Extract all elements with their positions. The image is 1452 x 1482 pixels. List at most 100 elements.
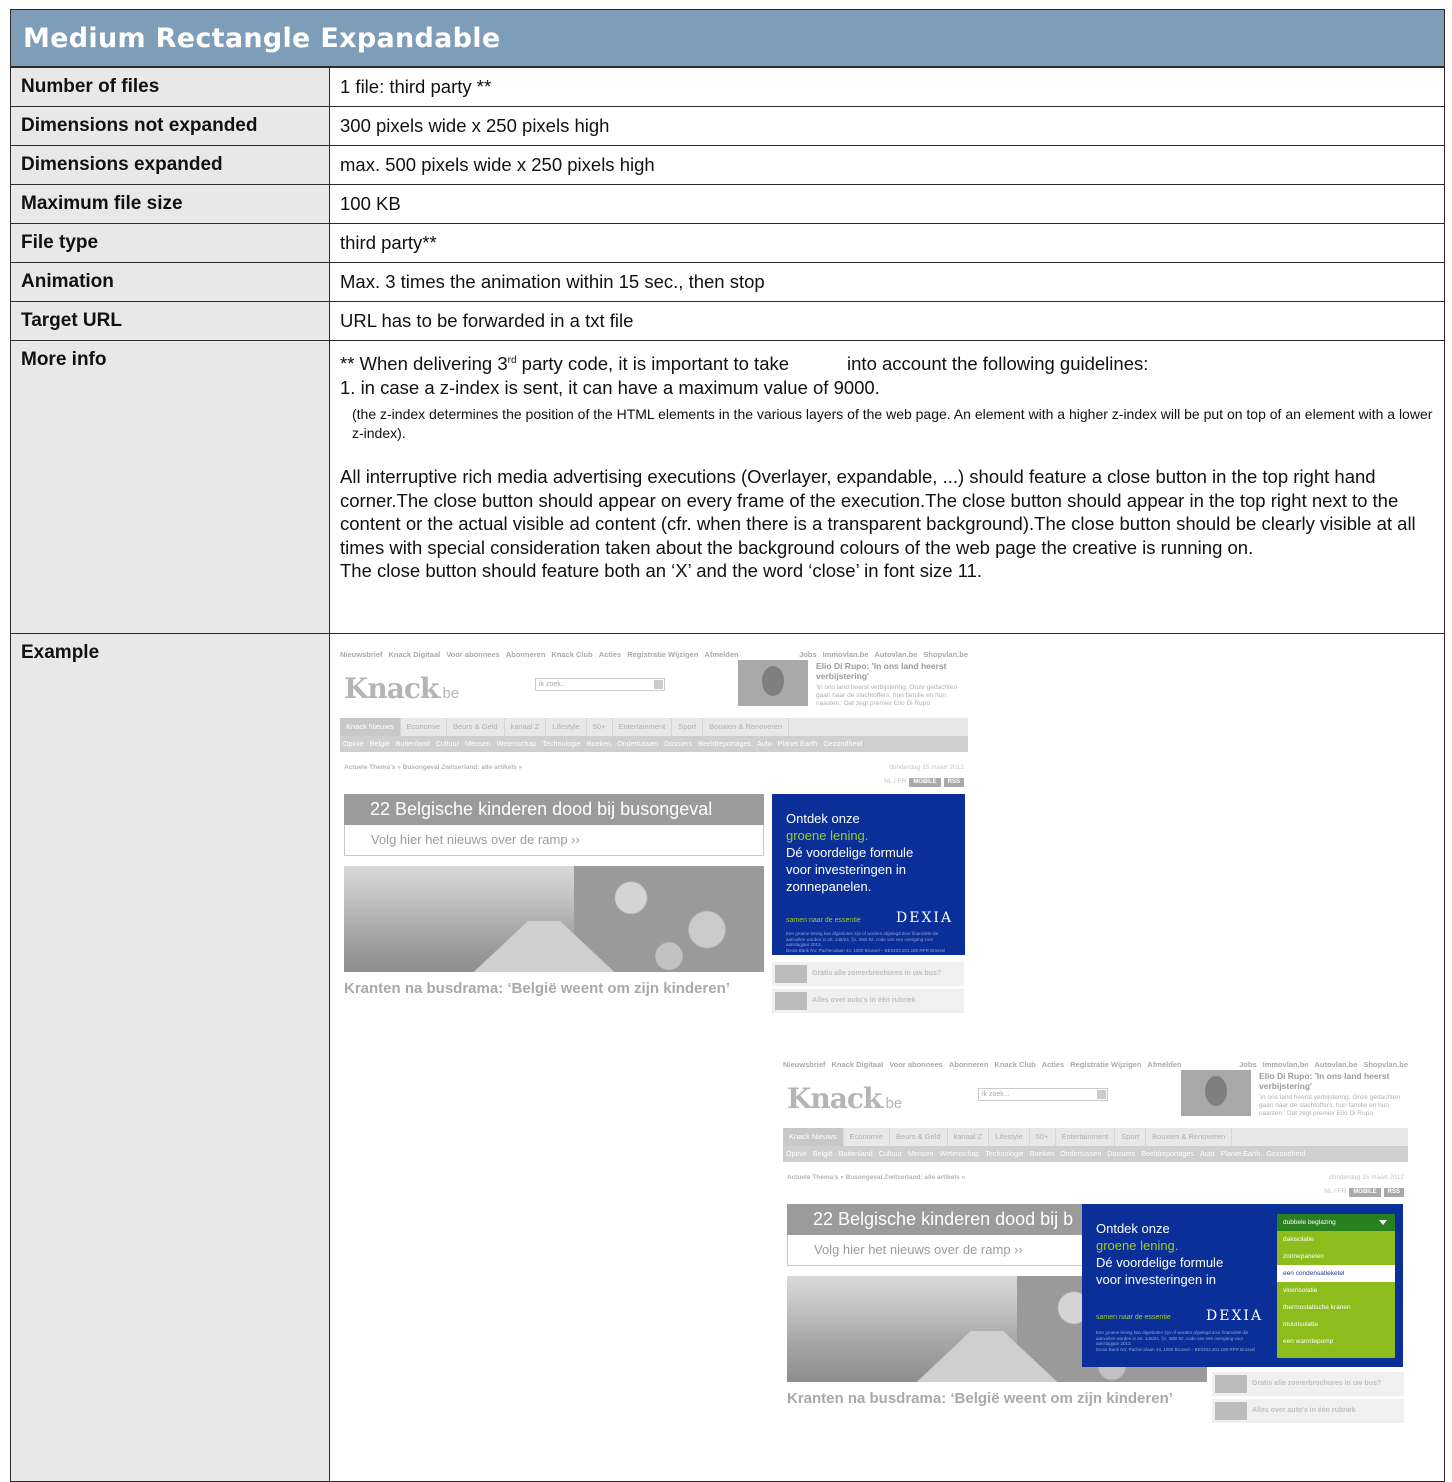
subnav-link[interactable]: Auto	[1197, 1146, 1218, 1162]
nav-link[interactable]: Shopvlan.be	[923, 650, 968, 659]
subnav-link[interactable]: Dossiers	[1104, 1146, 1138, 1162]
lang-links[interactable]: NL / FR	[1324, 1188, 1346, 1195]
subnav-link[interactable]: Beeldreportages	[695, 736, 754, 752]
tab[interactable]: Knack Nieuws	[783, 1128, 844, 1146]
breadcrumb[interactable]: Actuele Thema's » Busongeval Zwitserland…	[344, 764, 522, 771]
subnav-link[interactable]: Technologie	[982, 1146, 1026, 1162]
nav-link[interactable]: Afmelden	[704, 650, 738, 659]
subnav-link[interactable]: Cultuur	[433, 736, 462, 752]
option-item[interactable]: thermostatische kranen	[1277, 1299, 1395, 1316]
subnav-link[interactable]: Technologie	[539, 736, 583, 752]
breadcrumb[interactable]: Actuele Thema's » Busongeval Zwitserland…	[787, 1174, 965, 1181]
subnav-link[interactable]: Opinie	[340, 736, 367, 752]
side-link[interactable]: Alles over auto's in één rubriek	[772, 989, 964, 1013]
nav-link[interactable]: Acties	[599, 650, 622, 659]
tab[interactable]: 50+	[1030, 1128, 1056, 1146]
option-item[interactable]: een warmtepomp	[1277, 1333, 1395, 1350]
product-dropdown[interactable]: dubbele beglazing	[1277, 1214, 1395, 1231]
tab[interactable]: Sport	[672, 718, 704, 736]
tab[interactable]: Lifestyle	[546, 718, 587, 736]
article-title[interactable]: Kranten na busdrama: ‘België weent om zi…	[787, 1390, 1207, 1407]
site-logo[interactable]: Knack.be	[344, 672, 459, 705]
subnav-link[interactable]: Buitenland	[393, 736, 433, 752]
option-item[interactable]: muurisolatie	[1277, 1316, 1395, 1333]
nav-link[interactable]: Shopvlan.be	[1363, 1060, 1408, 1069]
subnav-link[interactable]: Opinie	[783, 1146, 810, 1162]
lang-links[interactable]: NL / FR	[884, 778, 906, 785]
tab[interactable]: Economie	[844, 1128, 890, 1146]
side-link[interactable]: Gratis alle zomerbrochures in uw bus?	[1212, 1372, 1404, 1396]
nav-link[interactable]: Acties	[1042, 1060, 1065, 1069]
tab[interactable]: 50+	[587, 718, 613, 736]
nav-link[interactable]: Knack Club	[994, 1060, 1035, 1069]
headline-box[interactable]: 22 Belgische kinderen dood bij busongeva…	[344, 794, 764, 856]
tab[interactable]: Bouwen & Renoveren	[703, 718, 790, 736]
rss-button[interactable]: RSS	[943, 778, 964, 787]
nav-link[interactable]: Voor abonnees	[446, 650, 500, 659]
side-link[interactable]: Alles over auto's in één rubriek	[1212, 1399, 1404, 1423]
subnav-link[interactable]: Gezondheid	[820, 736, 865, 752]
search-input[interactable]: ik zoek...	[535, 678, 665, 691]
subnav-link[interactable]: Mensen	[462, 736, 494, 752]
site-logo[interactable]: Knack.be	[787, 1082, 902, 1115]
subnav-link[interactable]: België	[367, 736, 393, 752]
tab[interactable]: Lifestyle	[989, 1128, 1030, 1146]
side-link[interactable]: Gratis alle zomerbrochures in uw bus?	[772, 962, 964, 986]
option-item[interactable]: een condensatieketel	[1277, 1265, 1395, 1282]
subnav-link[interactable]: Planet Earth	[775, 736, 821, 752]
nav-link[interactable]: Immovlan.be	[1263, 1060, 1309, 1069]
tab[interactable]: Sport	[1115, 1128, 1147, 1146]
dexia-ad-expanded[interactable]: Ontdek onze groene lening. Dé voordelige…	[1082, 1204, 1403, 1367]
search-input[interactable]: ik zoek...	[978, 1088, 1108, 1101]
option-item[interactable]: zonnepanelen	[1277, 1248, 1395, 1265]
nav-link[interactable]: Abonneren	[506, 650, 546, 659]
subnav-link[interactable]: Ondertussen	[614, 736, 661, 752]
nav-link[interactable]: Registratie Wijzigen	[627, 650, 698, 659]
nav-link[interactable]: Autovlan.be	[1314, 1060, 1357, 1069]
option-item[interactable]: vloerisolatie	[1277, 1282, 1395, 1299]
nav-link[interactable]: Registratie Wijzigen	[1070, 1060, 1141, 1069]
nav-link[interactable]: Knack Club	[551, 650, 592, 659]
tab[interactable]: Beurs & Geld	[890, 1128, 948, 1146]
mobile-button[interactable]: MOBILE	[1349, 1188, 1381, 1197]
tab[interactable]: Economie	[401, 718, 447, 736]
nav-link[interactable]: Jobs	[1239, 1060, 1257, 1069]
rss-button[interactable]: RSS	[1383, 1188, 1404, 1197]
news-photo[interactable]	[738, 660, 808, 706]
news-title[interactable]: Elio Di Rupo: 'In ons land heerst verbij…	[1259, 1071, 1409, 1091]
search-icon[interactable]	[1097, 1090, 1106, 1099]
subnav-link[interactable]: Auto	[754, 736, 775, 752]
subnav-link[interactable]: Boeken	[1027, 1146, 1057, 1162]
subnav-link[interactable]: België	[810, 1146, 836, 1162]
news-photo[interactable]	[1181, 1070, 1251, 1116]
tab[interactable]: Entertainment	[613, 718, 673, 736]
subnav-link[interactable]: Wetenschap	[493, 736, 539, 752]
nav-link[interactable]: Immovlan.be	[823, 650, 869, 659]
subnav-link[interactable]: Cultuur	[876, 1146, 905, 1162]
news-title[interactable]: Elio Di Rupo: 'In ons land heerst verbij…	[816, 661, 966, 681]
subnav-link[interactable]: Gezondheid	[1263, 1146, 1308, 1162]
article-title[interactable]: Kranten na busdrama: ‘België weent om zi…	[344, 980, 764, 997]
subnav-link[interactable]: Dossiers	[661, 736, 695, 752]
tab[interactable]: kanaal Z	[505, 718, 547, 736]
nav-link[interactable]: Voor abonnees	[889, 1060, 943, 1069]
nav-link[interactable]: Nieuwsbrief	[340, 650, 383, 659]
nav-link[interactable]: Abonneren	[949, 1060, 989, 1069]
subnav-link[interactable]: Ondertussen	[1057, 1146, 1104, 1162]
nav-link[interactable]: Knack Digitaal	[389, 650, 441, 659]
nav-link[interactable]: Nieuwsbrief	[783, 1060, 826, 1069]
subnav-link[interactable]: Planet Earth	[1218, 1146, 1264, 1162]
subnav-link[interactable]: Wetenschap	[936, 1146, 982, 1162]
mobile-button[interactable]: MOBILE	[909, 778, 941, 787]
subnav-link[interactable]: Boeken	[584, 736, 614, 752]
subnav-link[interactable]: Buitenland	[836, 1146, 876, 1162]
tab[interactable]: Entertainment	[1056, 1128, 1116, 1146]
nav-link[interactable]: Jobs	[799, 650, 817, 659]
tab[interactable]: Knack Nieuws	[340, 718, 401, 736]
tab[interactable]: Beurs & Geld	[447, 718, 505, 736]
tab[interactable]: Bouwen & Renoveren	[1146, 1128, 1233, 1146]
nav-link[interactable]: Afmelden	[1147, 1060, 1181, 1069]
subnav-link[interactable]: Mensen	[905, 1146, 937, 1162]
tab[interactable]: kanaal Z	[948, 1128, 990, 1146]
search-icon[interactable]	[654, 680, 663, 689]
